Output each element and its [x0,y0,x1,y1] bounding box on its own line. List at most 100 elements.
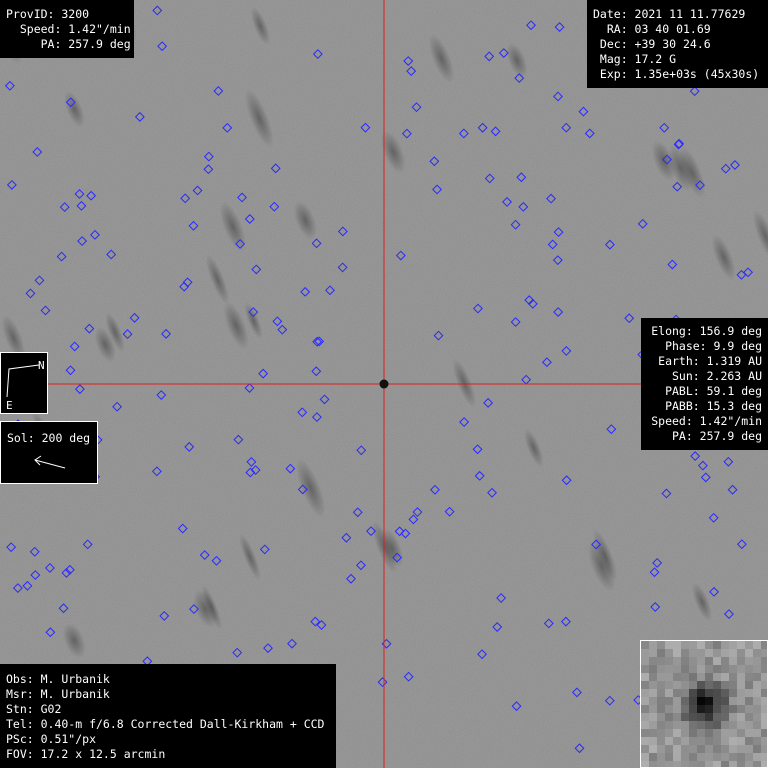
zoom-pixel [729,673,737,681]
zoom-pixel [737,729,745,737]
zoom-pixel [673,713,681,721]
zoom-pixel [745,697,753,705]
zoom-pixel [649,665,657,673]
provid-text: ProvID: 3200 [6,7,90,21]
zoom-pixel [761,689,767,697]
zoom-pixel [681,761,689,767]
zoom-pixel [713,689,721,697]
msr-text: Msr: M. Urbanik [6,687,110,701]
zoom-pixel [705,745,713,753]
zoom-pixel [713,641,721,649]
zoom-pixel [737,737,745,745]
zoom-pixel [761,641,767,649]
zoom-pixel [665,721,673,729]
ra-text: RA: 03 40 01.69 [593,22,711,36]
zoom-pixel [657,689,665,697]
zoom-pixel [729,657,737,665]
zoom-pixel [641,745,649,753]
elong-text: Elong: 156.9 deg [651,324,762,338]
zoom-pixel [705,721,713,729]
zoom-pixel [681,729,689,737]
zoom-pixel [673,745,681,753]
zoom-pixel [705,649,713,657]
zoom-pixel [721,641,729,649]
zoom-pixel [649,705,657,713]
zoom-pixel [721,761,729,767]
zoom-pixel [649,681,657,689]
zoom-pixel [753,713,761,721]
zoom-pixel [705,665,713,673]
zoom-pixel [721,673,729,681]
zoom-pixel [657,705,665,713]
zoom-pixel [737,649,745,657]
zoom-pixel [721,705,729,713]
zoom-pixel [705,729,713,737]
zoom-pixel [673,657,681,665]
zoom-pixel [761,753,767,761]
zoom-pixel [721,657,729,665]
zoom-pixel [665,761,673,767]
zoom-pixel [649,641,657,649]
zoom-pixel [649,745,657,753]
zoom-pixel [761,649,767,657]
zoom-pixel [697,681,705,689]
speed-text: Speed: 1.42"/min [6,22,131,36]
zoom-pixel [641,705,649,713]
target-object [379,379,389,389]
zoom-pixel [681,745,689,753]
zoom-pixel [681,673,689,681]
compass-panel: N E [0,352,48,414]
zoom-pixel [641,649,649,657]
zoom-pixel [673,649,681,657]
zoom-pixel [657,745,665,753]
zoom-pixel [713,721,721,729]
zoom-pixel [721,721,729,729]
zoom-pixel [697,689,705,697]
zoom-pixel [657,729,665,737]
pixel-scale-text: PSc: 0.51"/px [6,732,97,746]
zoom-pixel [689,729,697,737]
zoom-pixel [753,657,761,665]
zoom-pixel [737,697,745,705]
zoom-pixel [713,673,721,681]
east-label: E [6,399,13,412]
zoom-pixel [681,697,689,705]
zoom-pixel [665,665,673,673]
zoom-pixel [753,745,761,753]
zoom-pixel [721,697,729,705]
dec-text: Dec: +39 30 24.6 [593,37,711,51]
zoom-pixel [649,697,657,705]
zoom-pixel [729,729,737,737]
zoom-pixel [673,729,681,737]
zoom-pixel [689,657,697,665]
zoom-pixel [761,705,767,713]
zoom-pixel [713,713,721,721]
zoom-pixel [689,745,697,753]
zoom-pixel [753,697,761,705]
zoom-pixel [713,729,721,737]
zoom-pixel [761,713,767,721]
zoom-pixel [689,689,697,697]
zoom-pixel [697,729,705,737]
zoom-pixel [689,761,697,767]
zoom-pixel [681,641,689,649]
zoom-pixel [745,753,753,761]
zoom-pixel [649,761,657,767]
zoom-pixel [761,729,767,737]
zoom-pixel [705,737,713,745]
obs-text: Obs: M. Urbanik [6,672,110,686]
zoom-pixel [681,681,689,689]
zoom-pixel [641,753,649,761]
zoom-pixel [665,753,673,761]
zoom-pixel [729,713,737,721]
zoom-pixel [729,745,737,753]
zoom-pixel [673,689,681,697]
zoom-pixel [689,697,697,705]
zoom-pixel [649,713,657,721]
zoom-pixel [641,721,649,729]
zoom-pixel [697,641,705,649]
zoom-pixel [641,681,649,689]
zoom-pixel [753,649,761,657]
zoom-pixel [745,657,753,665]
zoom-pixel [657,657,665,665]
